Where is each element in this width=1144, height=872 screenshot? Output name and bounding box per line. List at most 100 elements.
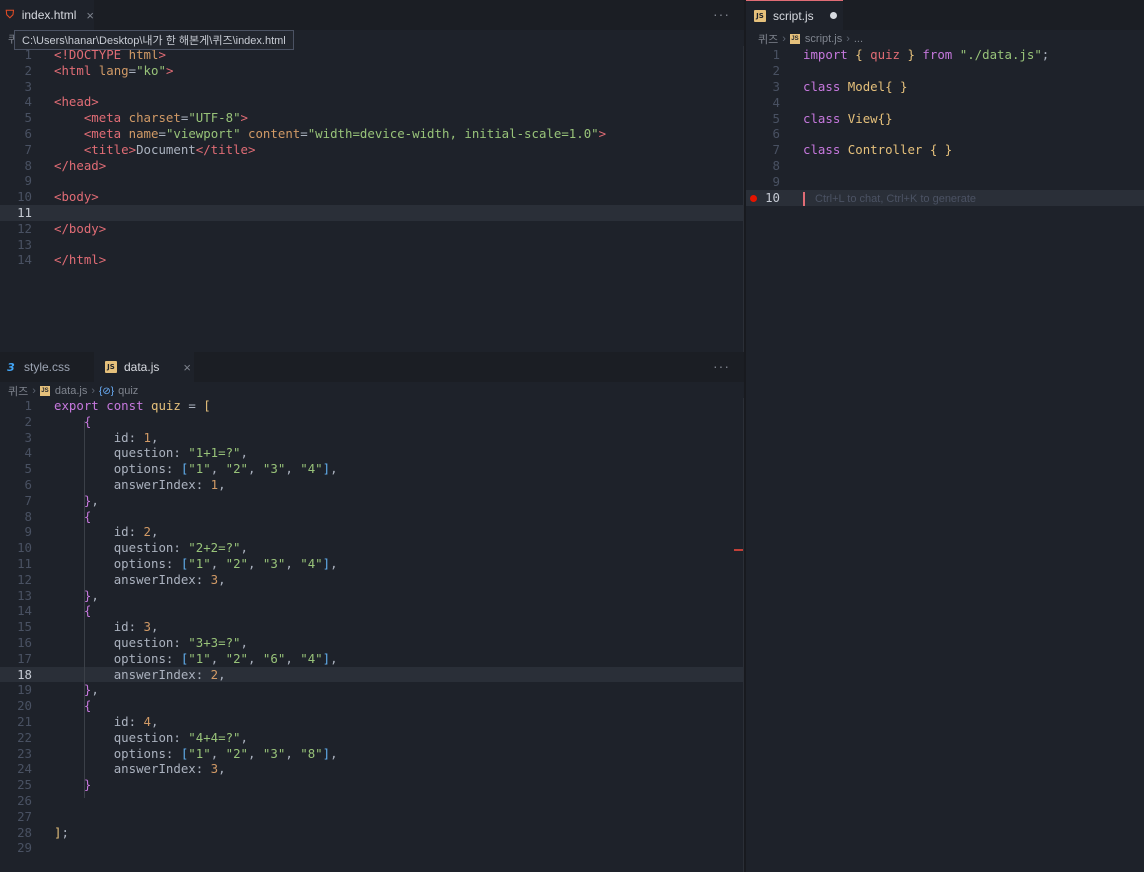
tab-script-js[interactable]: JS script.js [746,0,843,30]
code-line[interactable]: 2 <html lang="ko"> [0,63,744,79]
code-editor[interactable]: 1 import { quiz } from "./data.js"; 2 3 clas… [746,47,1144,206]
code-line[interactable]: 27 [0,809,744,825]
tab-label: style.css [24,360,71,374]
code-line[interactable]: 23 options: ["1", "2", "3", "8"], [0,746,744,762]
ai-hint-text: Ctrl+L to chat, Ctrl+K to generate [815,193,977,206]
code-line[interactable]: 10 question: "2+2=?", [0,540,744,556]
breadcrumb-root[interactable]: 퀴즈 [8,383,28,399]
code-text: class View{} [803,110,893,126]
code-line[interactable]: 7 <title>Document</title> [0,142,744,158]
code-line[interactable]: 16 question: "3+3=?", [0,635,744,651]
code-line[interactable]: 12 </body> [0,221,744,237]
unsaved-dot-icon[interactable] [829,12,837,19]
code-line[interactable]: 9 [0,173,744,189]
chevron-right-icon: › [846,33,850,45]
code-line[interactable]: 9 id: 2, [0,524,744,540]
breadcrumb-symbol[interactable]: quiz [118,385,138,397]
tab-index-html[interactable]: ⛉ index.html × [0,0,94,30]
code-line[interactable]: 12 answerIndex: 3, [0,572,744,588]
code-line[interactable]: 9 [746,174,1144,190]
code-line[interactable]: 5 <meta charset="UTF-8"> [0,110,744,126]
chevron-right-icon: › [782,33,786,45]
line-number: 5 [772,110,780,126]
code-line[interactable]: 11 [0,204,744,221]
html5-icon: ⛉ [5,8,14,21]
code-line[interactable]: 5 class View{} [746,111,1144,127]
code-text: Ctrl+L to chat, Ctrl+K to generate [803,190,976,208]
code-text: options: ["1", "2", "6", "4"], [113,650,338,666]
code-line[interactable]: 11 options: ["1", "2", "3", "4"], [0,556,744,572]
code-line[interactable]: 10 <body> [0,189,744,205]
code-line[interactable]: 13 }, [0,588,744,604]
code-line[interactable]: 10 Ctrl+L to chat, Ctrl+K to generate [746,190,1144,206]
breadcrumb-file[interactable]: data.js [55,385,87,397]
line-number: 5 [24,461,32,477]
line-number: 26 [17,792,32,808]
code-line[interactable]: 24 answerIndex: 3, [0,761,744,777]
breadcrumb-file[interactable]: script.js [805,33,842,45]
line-number: 22 [17,729,32,745]
more-actions-icon[interactable]: ··· [713,358,730,374]
code-line[interactable]: 6 answerIndex: 1, [0,477,744,493]
code-line[interactable]: 14 { [0,603,744,619]
code-line[interactable]: 21 id: 4, [0,714,744,730]
line-number: 13 [17,236,32,252]
code-line[interactable]: 7 }, [0,493,744,509]
code-line[interactable]: 1 export const quiz = [ [0,398,744,414]
code-text: { [83,413,92,429]
chevron-right-icon: › [91,385,96,397]
line-number: 7 [24,141,32,157]
tab-data-js[interactable]: JS data.js × [94,352,194,382]
code-line[interactable]: 29 [0,840,744,856]
code-text: export const quiz = [ [54,398,211,413]
code-line[interactable]: 7 class Controller { } [746,142,1144,158]
code-text: id: 3, [113,619,159,635]
code-text: }, [83,492,99,508]
code-line[interactable]: 8 { [0,509,744,525]
code-line[interactable]: 15 id: 3, [0,619,744,635]
code-text: <html lang="ko"> [54,62,174,78]
code-editor[interactable]: 1 <!DOCTYPE html> 2 <html lang="ko"> 3 4 <head… [0,47,744,268]
code-line[interactable]: 6 [746,126,1144,142]
code-line[interactable]: 26 [0,793,744,809]
line-number: 23 [17,745,32,761]
breadcrumb-root[interactable]: 퀴즈 [758,31,778,47]
editor-pane-index-html: ⛉ index.html × ··· 퀴 C:\Users\hanar\Desk… [0,0,744,352]
code-line[interactable]: 18 answerIndex: 2, [0,666,744,683]
code-line[interactable]: 22 question: "4+4=?", [0,730,744,746]
code-line[interactable]: 4 question: "1+1=?", [0,445,744,461]
file-path-tooltip: C:\Users\hanar\Desktop\내가 한 해본게\퀴즈\index… [14,30,294,50]
line-number: 14 [17,603,32,619]
breadcrumb-more[interactable]: ... [854,33,863,45]
code-line[interactable]: 4 <head> [0,94,744,110]
more-actions-icon[interactable]: ··· [713,6,730,22]
code-line[interactable]: 3 id: 1, [0,430,744,446]
code-line[interactable]: 3 class Model{ } [746,79,1144,95]
code-line[interactable]: 20 { [0,698,744,714]
code-line[interactable]: 8 </head> [0,158,744,174]
code-line[interactable]: 13 [0,237,744,253]
tab-style-css[interactable]: 3 style.css [0,352,94,382]
code-line[interactable]: 1 import { quiz } from "./data.js"; [746,47,1144,63]
code-line[interactable]: 4 [746,95,1144,111]
code-line[interactable]: 14 </html> [0,252,744,268]
code-line[interactable]: 28]; [0,825,744,841]
code-line[interactable]: 6 <meta name="viewport" content="width=d… [0,126,744,142]
code-line[interactable]: 5 options: ["1", "2", "3", "4"], [0,461,744,477]
close-icon[interactable]: × [86,8,94,23]
code-line[interactable]: 8 [746,158,1144,174]
close-icon[interactable]: × [183,360,191,375]
code-line[interactable]: 25 } [0,777,744,793]
code-line[interactable]: 2 [746,63,1144,79]
code-line[interactable]: 17 options: ["1", "2", "6", "4"], [0,651,744,667]
code-editor[interactable]: 1 export const quiz = [2 {3 id: 1, 4 quest… [0,398,744,856]
code-text: }, [83,587,99,603]
line-number: 24 [17,761,32,777]
code-line[interactable]: 3 [0,79,744,95]
line-number: 4 [772,94,780,110]
code-line[interactable]: 2 { [0,414,744,430]
tab-bar: ⛉ index.html × ··· [0,0,744,30]
css3-icon: 3 [7,360,15,374]
code-line[interactable]: 19 }, [0,682,744,698]
line-number: 6 [24,125,32,141]
